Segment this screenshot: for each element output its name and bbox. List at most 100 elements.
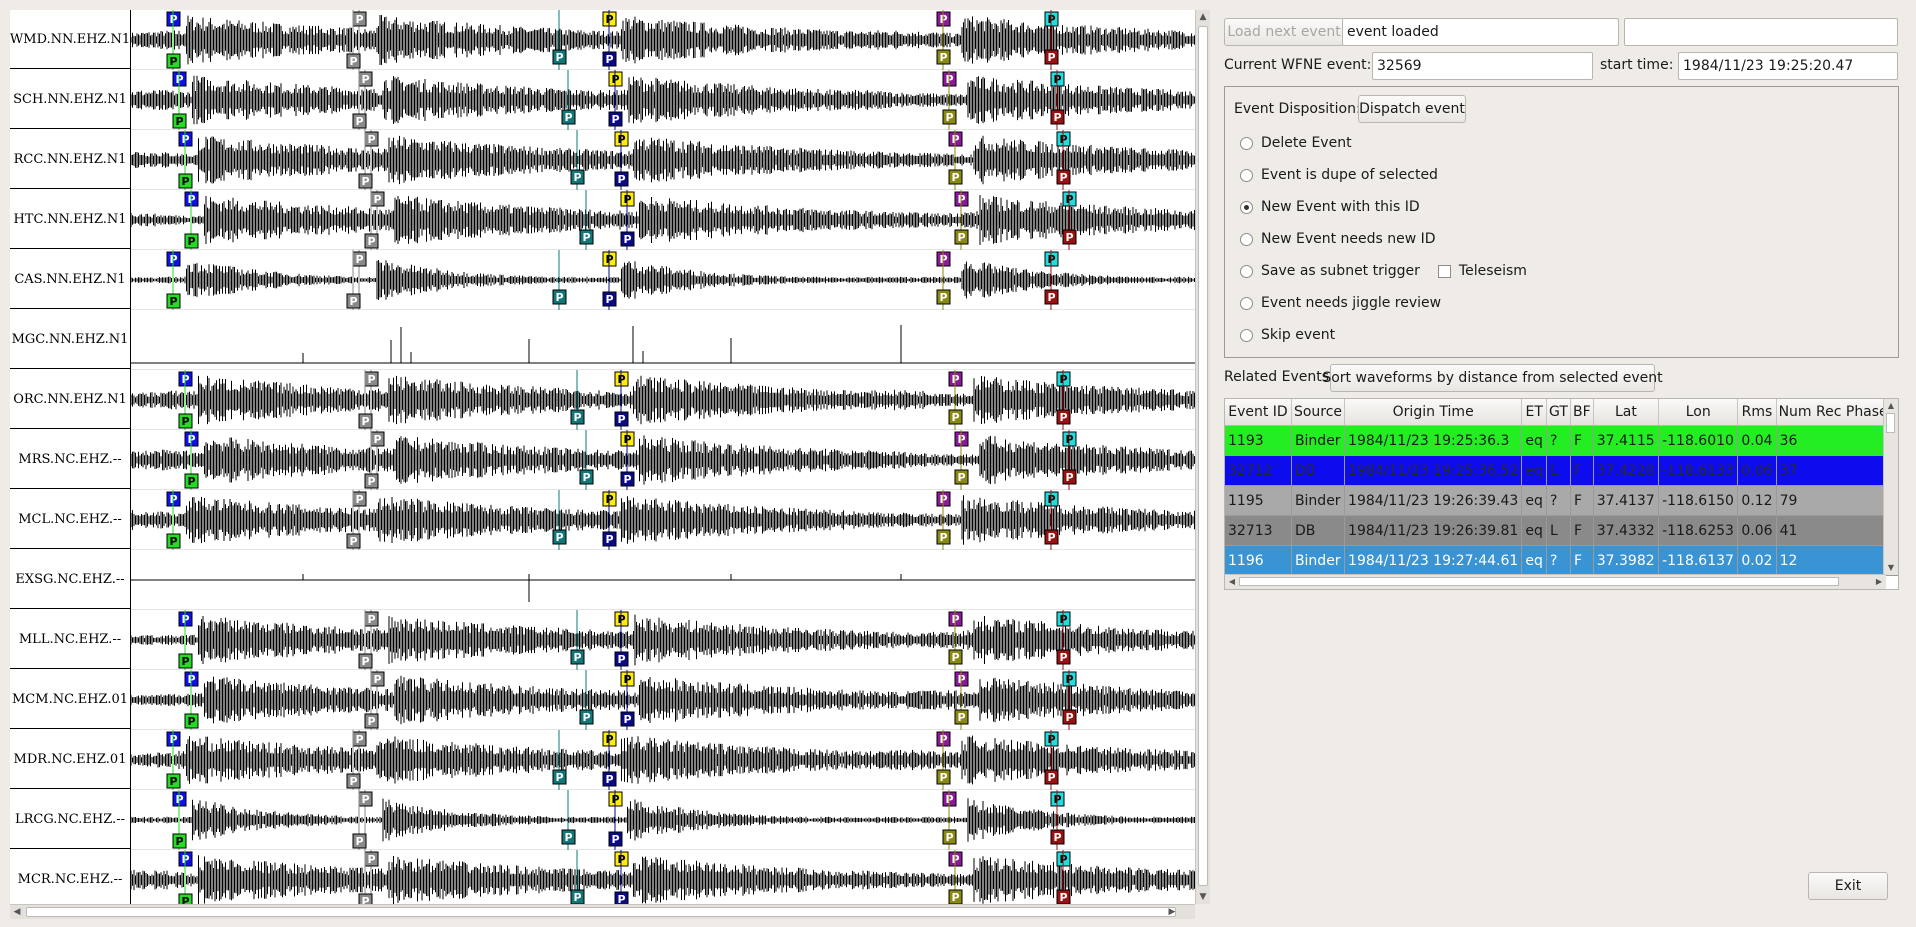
- phase-pick-marker[interactable]: P: [1062, 469, 1077, 485]
- radio-event-dupe[interactable]: Event is dupe of selected: [1240, 165, 1438, 185]
- radio-jiggle-review[interactable]: Event needs jiggle review: [1240, 293, 1441, 313]
- radio-button[interactable]: [1240, 168, 1253, 182]
- phase-pick-marker[interactable]: P: [172, 113, 187, 129]
- radio-save-subnet-trigger[interactable]: Save as subnet trigger Teleseism: [1240, 261, 1527, 281]
- phase-pick-marker[interactable]: P: [942, 109, 957, 125]
- scroll-up-arrow-icon[interactable]: ▲: [1196, 10, 1210, 24]
- radio-button[interactable]: [1240, 232, 1253, 246]
- phase-pick-marker[interactable]: P: [552, 529, 567, 545]
- phase-pick-marker[interactable]: P: [370, 191, 385, 207]
- viewer-vertical-scrollbar[interactable]: ▲ ▼: [1195, 10, 1210, 904]
- phase-pick-marker[interactable]: P: [352, 11, 367, 27]
- phase-pick-marker[interactable]: P: [561, 109, 576, 125]
- column-header[interactable]: Source: [1291, 399, 1346, 426]
- phase-pick-marker[interactable]: P: [352, 491, 367, 507]
- phase-pick-marker[interactable]: P: [364, 713, 379, 729]
- radio-new-event-new-id[interactable]: New Event needs new ID: [1240, 229, 1436, 249]
- table-row[interactable]: 1195 Binder 1984/11/23 19:26:39.43 eq? F 37.4…: [1225, 485, 1898, 516]
- phase-pick-marker[interactable]: P: [620, 471, 635, 487]
- phase-pick-marker[interactable]: P: [954, 229, 969, 245]
- phase-pick-marker[interactable]: P: [608, 111, 623, 127]
- table-row[interactable]: 1196 Binder 1984/11/23 19:27:44.61 eq? F 37.3…: [1225, 545, 1898, 576]
- phase-pick-marker[interactable]: P: [954, 709, 969, 725]
- phase-pick-marker[interactable]: P: [358, 893, 373, 904]
- scroll-thumb[interactable]: [1886, 413, 1895, 433]
- scroll-left-arrow-icon[interactable]: ◀: [1225, 575, 1239, 589]
- phase-pick-marker[interactable]: P: [178, 413, 193, 429]
- waveform-viewer[interactable]: WMD.NN.EHZ.N1 SCH.NN.EHZ.N1 RCC.NN.EHZ.N1 H…: [10, 10, 1195, 909]
- load-next-event-button[interactable]: Load next event: [1224, 18, 1344, 46]
- scroll-right-arrow-icon[interactable]: ▶: [1872, 575, 1886, 589]
- column-header[interactable]: Event ID: [1225, 399, 1292, 426]
- scroll-thumb[interactable]: [1198, 26, 1208, 886]
- phase-pick-marker[interactable]: P: [358, 173, 373, 189]
- scroll-thumb[interactable]: [26, 907, 1176, 917]
- phase-pick-marker[interactable]: P: [570, 889, 585, 904]
- column-header[interactable]: GT: [1546, 399, 1571, 426]
- radio-delete-event[interactable]: Delete Event: [1240, 133, 1352, 153]
- waveform-canvas[interactable]: P P P P P P P P P P P P P P P P P P P P P P P P P P P P P P P P P P P P P P P P…: [131, 10, 1195, 904]
- phase-pick-marker[interactable]: P: [570, 409, 585, 425]
- phase-pick-marker[interactable]: P: [352, 731, 367, 747]
- phase-pick-marker[interactable]: P: [561, 829, 576, 845]
- phase-pick-marker[interactable]: P: [352, 833, 367, 849]
- scroll-up-arrow-icon[interactable]: ▲: [1884, 399, 1898, 413]
- scroll-down-arrow-icon[interactable]: ▼: [1884, 561, 1898, 575]
- phase-pick-marker[interactable]: P: [1050, 829, 1065, 845]
- phase-pick-marker[interactable]: P: [614, 651, 629, 667]
- phase-pick-marker[interactable]: P: [1062, 229, 1077, 245]
- phase-pick-marker[interactable]: P: [166, 773, 181, 789]
- phase-pick-marker[interactable]: P: [948, 889, 963, 904]
- phase-pick-marker[interactable]: P: [936, 49, 951, 65]
- phase-pick-marker[interactable]: P: [184, 233, 199, 249]
- current-event-field[interactable]: 32569: [1372, 52, 1593, 80]
- phase-pick-marker[interactable]: P: [602, 291, 617, 307]
- phase-pick-marker[interactable]: P: [1044, 289, 1059, 305]
- phase-pick-marker[interactable]: P: [954, 469, 969, 485]
- column-header[interactable]: Origin Time: [1344, 399, 1523, 426]
- phase-pick-marker[interactable]: P: [184, 473, 199, 489]
- teleseism-checkbox[interactable]: [1437, 264, 1451, 278]
- radio-skip-event[interactable]: Skip event: [1240, 325, 1335, 345]
- phase-pick-marker[interactable]: P: [1056, 409, 1071, 425]
- phase-pick-marker[interactable]: P: [552, 49, 567, 65]
- viewer-horizontal-scrollbar[interactable]: ◀ ▶: [10, 904, 1195, 919]
- phase-pick-marker[interactable]: P: [936, 529, 951, 545]
- phase-pick-marker[interactable]: P: [364, 473, 379, 489]
- phase-pick-marker[interactable]: P: [579, 709, 594, 725]
- phase-pick-marker[interactable]: P: [166, 293, 181, 309]
- dispatch-event-button[interactable]: Dispatch event: [1358, 95, 1466, 123]
- phase-pick-marker[interactable]: P: [620, 231, 635, 247]
- phase-pick-marker[interactable]: P: [358, 791, 373, 807]
- phase-pick-marker[interactable]: P: [346, 533, 361, 549]
- scroll-left-arrow-icon[interactable]: ◀: [10, 905, 24, 919]
- scroll-right-arrow-icon[interactable]: ▶: [1165, 905, 1179, 919]
- scroll-thumb[interactable]: [1239, 577, 1839, 586]
- table-row[interactable]: 1193 Binder 1984/11/23 19:25:36.3 eq? F 37.41…: [1225, 425, 1898, 456]
- phase-pick-marker[interactable]: P: [579, 469, 594, 485]
- phase-pick-marker[interactable]: P: [570, 169, 585, 185]
- phase-pick-marker[interactable]: P: [364, 371, 379, 387]
- phase-pick-marker[interactable]: P: [570, 649, 585, 665]
- phase-pick-marker[interactable]: P: [178, 173, 193, 189]
- scroll-down-arrow-icon[interactable]: ▼: [1196, 890, 1210, 904]
- column-header[interactable]: BF: [1570, 399, 1594, 426]
- exit-button[interactable]: Exit: [1808, 872, 1888, 900]
- radio-button[interactable]: [1240, 296, 1253, 310]
- start-time-field[interactable]: 1984/11/23 19:25:20.47: [1678, 52, 1898, 80]
- phase-pick-marker[interactable]: P: [579, 229, 594, 245]
- phase-pick-marker[interactable]: P: [1044, 49, 1059, 65]
- phase-pick-marker[interactable]: P: [184, 713, 199, 729]
- phase-pick-marker[interactable]: P: [948, 169, 963, 185]
- extra-field[interactable]: [1624, 18, 1898, 46]
- phase-pick-marker[interactable]: P: [352, 251, 367, 267]
- status-field[interactable]: event loaded: [1342, 18, 1619, 46]
- phase-pick-marker[interactable]: P: [346, 293, 361, 309]
- phase-pick-marker[interactable]: P: [1056, 169, 1071, 185]
- phase-pick-marker[interactable]: P: [614, 891, 629, 904]
- phase-pick-marker[interactable]: P: [620, 711, 635, 727]
- related-events-table[interactable]: Event ID Source Origin Time ET GT BF Lat Lon Rms…: [1224, 398, 1899, 590]
- phase-pick-marker[interactable]: P: [552, 289, 567, 305]
- phase-pick-marker[interactable]: P: [1056, 649, 1071, 665]
- radio-new-event-this-id[interactable]: New Event with this ID: [1240, 197, 1420, 217]
